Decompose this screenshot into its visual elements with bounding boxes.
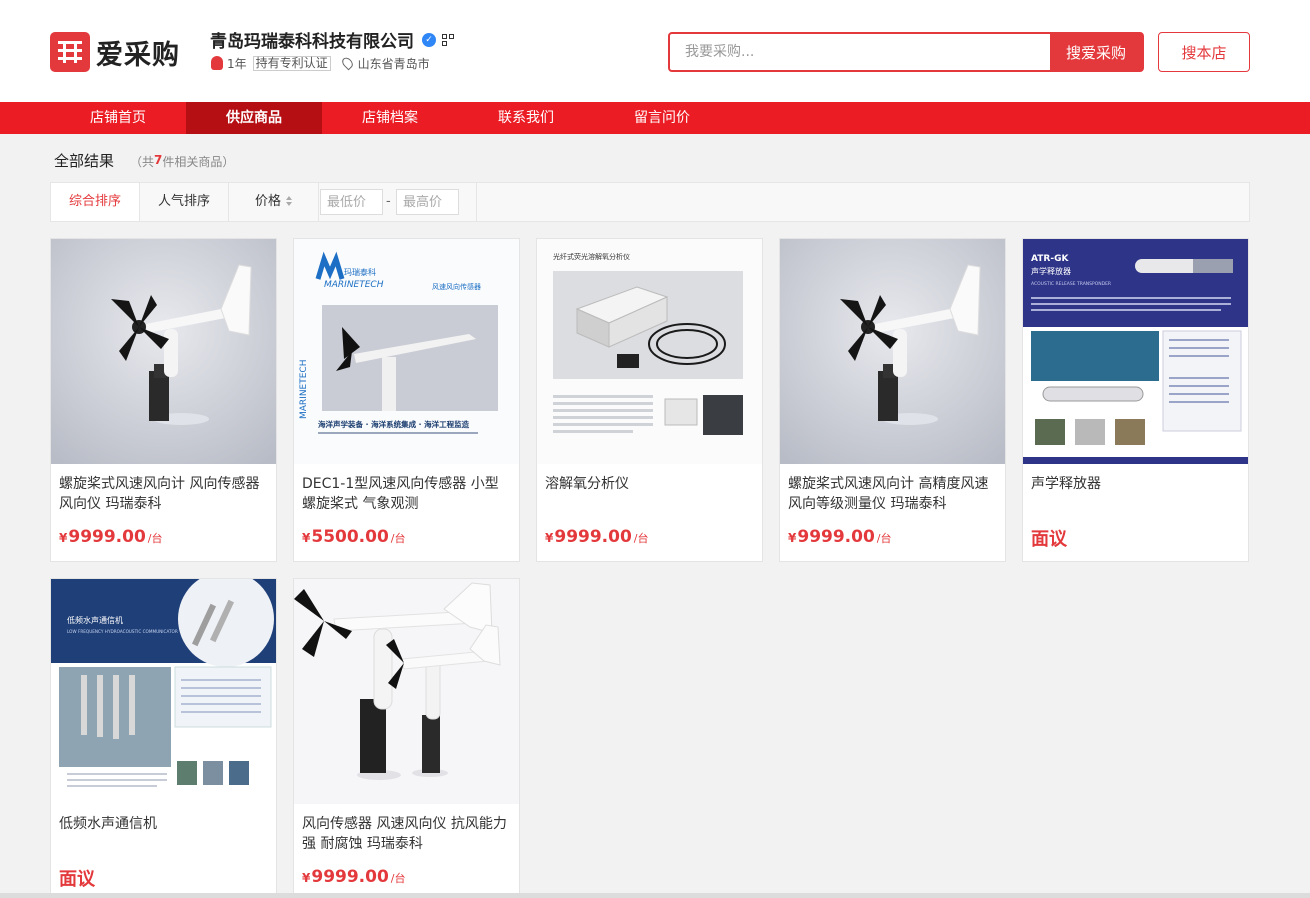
currency-symbol: ¥ <box>788 531 797 545</box>
product-price: ¥ 9999.00 /台 <box>302 867 406 887</box>
search-store-button[interactable]: 搜本店 <box>1158 32 1250 72</box>
sort-arrows-icon <box>286 196 292 206</box>
product-card[interactable]: 风向传感器 风速风向仪 抗风能力强 耐腐蚀 玛瑞泰科 ¥ 9999.00 /台 <box>293 578 520 898</box>
product-title[interactable]: 螺旋桨式风速风向计 风向传感器 风向仪 玛瑞泰科 <box>59 474 269 514</box>
brochure-caption: 风速风向传感器 <box>432 282 481 291</box>
brochure-brand: MARINETECH <box>324 280 384 290</box>
patent-certification-tag: 持有专利认证 <box>252 55 331 71</box>
search-input[interactable] <box>670 34 1050 70</box>
price-negotiable: 面议 <box>1031 529 1067 550</box>
membership-medal-icon <box>211 56 223 70</box>
product-price: ¥ 9999.00 /台 <box>788 527 892 547</box>
nav-shop-home[interactable]: 店铺首页 <box>50 102 186 134</box>
currency-symbol: ¥ <box>545 531 554 545</box>
shop-location: 山东省青岛市 <box>357 56 430 71</box>
results-count-prefix: （共 <box>130 155 155 169</box>
nav-shop-profile[interactable]: 店铺档案 <box>322 102 458 134</box>
release-model: ATR-GK <box>1031 254 1069 264</box>
product-card[interactable]: 光纤式荧光溶解氧分析仪 溶解氧分析仪 ¥ 9999.00 /台 <box>536 238 763 562</box>
currency-symbol: ¥ <box>59 531 68 545</box>
price-value: 9999.00 <box>554 527 632 547</box>
price-filter: - <box>319 183 477 221</box>
qr-code-icon[interactable] <box>442 33 454 46</box>
price-value: 9999.00 <box>797 527 875 547</box>
shop-meta: 1年 持有专利认证 山东省青岛市 <box>211 55 430 71</box>
verified-badge-icon: ✓ <box>422 32 436 47</box>
product-title[interactable]: 风向传感器 风速风向仪 抗风能力强 耐腐蚀 玛瑞泰科 <box>302 814 512 854</box>
results-title: 全部结果 <box>54 152 115 170</box>
price-value: 5500.00 <box>311 527 389 547</box>
product-image-anemometer-pair[interactable] <box>294 579 519 804</box>
nav-leave-message[interactable]: 留言问价 <box>594 102 730 134</box>
product-title[interactable]: 声学释放器 <box>1031 474 1241 514</box>
price-unit: /台 <box>390 872 406 885</box>
currency-symbol: ¥ <box>302 531 311 545</box>
logo-mark-icon <box>50 32 90 72</box>
sort-bar: 综合排序 人气排序 价格 - <box>50 182 1250 222</box>
price-unit: /台 <box>876 532 892 545</box>
window-bottom-edge <box>0 893 1310 898</box>
shop-nav: 店铺首页 供应商品 店铺档案 联系我们 留言问价 <box>0 102 1310 134</box>
product-title[interactable]: 低频水声通信机 <box>59 814 269 854</box>
product-price: ¥ 9999.00 /台 <box>545 527 649 547</box>
max-price-input[interactable] <box>396 189 459 215</box>
price-value: 9999.00 <box>311 867 389 887</box>
logo-text: 爱采购 <box>96 39 180 71</box>
product-card[interactable]: 低频水声通信机 LOW FREQUENCY HYDROACOUSTIC COMM… <box>50 578 277 898</box>
sort-popularity[interactable]: 人气排序 <box>140 183 229 221</box>
shop-name: 青岛玛瑞泰科科技有限公司 ✓ <box>210 27 454 52</box>
search-aicaigou-button[interactable]: 搜爱采购 <box>1050 34 1142 70</box>
product-card[interactable]: 玛瑞泰科 MARINETECH 风速风向传感器 MARINETECH 海洋声学装… <box>293 238 520 562</box>
product-card[interactable]: 螺旋桨式风速风向计 高精度风速风向等级测量仪 玛瑞泰科 ¥ 9999.00 /台 <box>779 238 1006 562</box>
price-range-dash: - <box>386 194 391 209</box>
nav-contact-us[interactable]: 联系我们 <box>458 102 594 134</box>
sort-price-label: 价格 <box>254 194 281 209</box>
shop-name-text[interactable]: 青岛玛瑞泰科科技有限公司 <box>210 27 414 52</box>
modem-cn-name: 低频水声通信机 <box>67 615 123 625</box>
location-pin-icon <box>339 55 355 71</box>
price-unit: /台 <box>633 532 649 545</box>
results-count-number: 7 <box>154 153 163 167</box>
product-image-anemometer[interactable] <box>780 239 1005 464</box>
sort-price[interactable]: 价格 <box>229 183 319 221</box>
product-image-oxygen-analyzer[interactable]: 光纤式荧光溶解氧分析仪 <box>537 239 762 464</box>
price-unit: /台 <box>390 532 406 545</box>
price-value: 9999.00 <box>68 527 146 547</box>
price-unit: /台 <box>147 532 163 545</box>
min-price-input[interactable] <box>320 189 383 215</box>
product-price: ¥ 9999.00 /台 <box>59 527 163 547</box>
product-card[interactable]: 螺旋桨式风速风向计 风向传感器 风向仪 玛瑞泰科 ¥ 9999.00 /台 <box>50 238 277 562</box>
search-box: 搜爱采购 <box>668 32 1144 72</box>
product-title[interactable]: DEC1-1型风速风向传感器 小型螺旋桨式 气象观测 <box>302 474 512 514</box>
product-card[interactable]: ATR-GK 声学释放器 ACOUSTIC RELEASE TRANSPONDE… <box>1022 238 1249 562</box>
membership-years: 1年 <box>227 56 247 71</box>
product-image-brochure[interactable]: 玛瑞泰科 MARINETECH 风速风向传感器 MARINETECH 海洋声学装… <box>294 239 519 464</box>
analyzer-heading: 光纤式荧光溶解氧分析仪 <box>553 252 630 261</box>
price-negotiable: 面议 <box>59 869 95 890</box>
sort-composite[interactable]: 综合排序 <box>51 183 140 221</box>
brochure-cn-brand: 玛瑞泰科 <box>344 267 376 277</box>
nav-products[interactable]: 供应商品 <box>186 102 322 134</box>
product-price: ¥ 5500.00 /台 <box>302 527 406 547</box>
product-image-acoustic-release[interactable]: ATR-GK 声学释放器 ACOUSTIC RELEASE TRANSPONDE… <box>1023 239 1248 464</box>
modem-en-name: LOW FREQUENCY HYDROACOUSTIC COMMUNICATOR <box>67 629 178 634</box>
product-image-acoustic-modem[interactable]: 低频水声通信机 LOW FREQUENCY HYDROACOUSTIC COMM… <box>51 579 276 804</box>
brochure-slogan: 海洋声学装备 · 海洋系统集成 · 海洋工程监造 <box>318 419 470 429</box>
currency-symbol: ¥ <box>302 871 311 885</box>
shop-header: 爱采购 青岛玛瑞泰科科技有限公司 ✓ 1年 持有专利认证 山东省青岛市 搜爱采购… <box>0 0 1310 102</box>
product-image-anemometer[interactable] <box>51 239 276 464</box>
product-title[interactable]: 溶解氧分析仪 <box>545 474 755 514</box>
release-cn-name: 声学释放器 <box>1031 266 1071 276</box>
release-en-name: ACOUSTIC RELEASE TRANSPONDER <box>1031 281 1111 287</box>
aicaigou-logo[interactable]: 爱采购 <box>50 31 190 73</box>
svg-text:MARINETECH: MARINETECH <box>299 360 309 419</box>
results-count: （共 7 件相关商品） <box>130 153 234 170</box>
results-count-suffix: 件相关商品） <box>162 155 235 169</box>
product-title[interactable]: 螺旋桨式风速风向计 高精度风速风向等级测量仪 玛瑞泰科 <box>788 474 998 514</box>
